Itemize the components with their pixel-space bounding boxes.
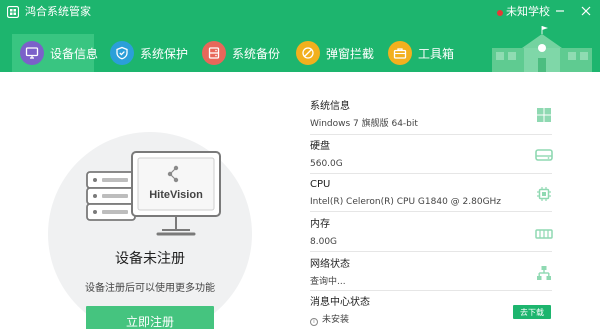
memory-info-row: 内存 8.00G xyxy=(310,218,550,258)
app-title: 鸿合系统管家 xyxy=(25,5,91,18)
header: 鸿合系统管家 未知学校 设备信息 系统保护 系统备份 弹窗拦截 工具箱 xyxy=(0,0,600,72)
tab-label: 工具箱 xyxy=(418,46,455,61)
divider xyxy=(310,251,552,252)
device-status: 设备未注册 xyxy=(115,251,185,267)
monitor-icon xyxy=(20,41,44,65)
os-value: Windows 7 旗舰版 64-bit xyxy=(310,119,418,129)
location-pin-icon xyxy=(497,10,503,16)
cpu-label: CPU xyxy=(310,179,331,190)
device-brand: HiteVision xyxy=(149,189,203,201)
device-hint: 设备注册后可以使用更多功能 xyxy=(85,283,215,294)
divider xyxy=(310,134,552,135)
cpu-info-row: CPU Intel(R) Celeron(R) CPU G1840 @ 2.80… xyxy=(310,178,550,218)
disk-label: 硬盘 xyxy=(310,141,330,152)
close-button[interactable] xyxy=(574,0,598,22)
toolbox-icon xyxy=(388,41,412,65)
tab-label: 弹窗拦截 xyxy=(326,46,375,61)
divider xyxy=(310,211,552,212)
device-panel: HiteVision 设备未注册 设备注册后可以使用更多功能 立即注册 xyxy=(0,72,300,329)
device-illustration: HiteVision xyxy=(86,151,221,236)
memory-label: 内存 xyxy=(310,219,330,230)
shield-check-icon xyxy=(110,41,134,65)
hard-disk-icon xyxy=(534,146,554,164)
title-bar: 鸿合系统管家 未知学校 xyxy=(0,0,600,24)
network-info-row: 网络状态 查询中... xyxy=(310,258,550,298)
minimize-button[interactable] xyxy=(548,0,572,22)
close-icon xyxy=(581,6,591,16)
monitor-illustration-icon: HiteVision xyxy=(131,151,221,236)
block-popup-icon xyxy=(296,41,320,65)
memory-value: 8.00G xyxy=(310,237,338,247)
server-stack-icon xyxy=(86,171,136,221)
network-label: 网络状态 xyxy=(310,259,350,270)
tab-system-backup[interactable]: 系统备份 xyxy=(202,34,282,72)
register-button[interactable]: 立即注册 xyxy=(86,306,214,329)
backup-icon xyxy=(202,41,226,65)
cpu-value: Intel(R) Celeron(R) CPU G1840 @ 2.80GHz xyxy=(310,197,502,207)
network-icon xyxy=(534,264,554,282)
info-circle-icon: i xyxy=(310,318,318,326)
os-label: 系统信息 xyxy=(310,101,350,112)
message-label: 消息中心状态 xyxy=(310,297,370,308)
tab-device-info[interactable]: 设备信息 xyxy=(12,34,98,72)
tab-toolbox[interactable]: 工具箱 xyxy=(388,34,464,72)
tab-label: 系统备份 xyxy=(232,46,281,61)
app-logo-icon xyxy=(7,6,19,18)
windows-logo-icon xyxy=(534,106,554,124)
message-value-wrap: i 未安装 xyxy=(310,314,349,326)
cpu-chip-icon xyxy=(534,185,554,203)
memory-ram-icon xyxy=(534,225,554,243)
disk-info-row: 硬盘 560.0G xyxy=(310,140,550,180)
tab-label: 系统保护 xyxy=(140,46,189,61)
divider xyxy=(310,173,552,174)
tab-system-protection[interactable]: 系统保护 xyxy=(110,34,190,72)
minimize-icon xyxy=(556,10,564,12)
main-tabs: 设备信息 系统保护 系统备份 弹窗拦截 工具箱 xyxy=(0,34,600,72)
school-name[interactable]: 未知学校 xyxy=(506,4,550,20)
tab-popup-blocking[interactable]: 弹窗拦截 xyxy=(296,34,376,72)
message-value: 未安装 xyxy=(322,315,350,325)
disk-value: 560.0G xyxy=(310,159,343,169)
divider xyxy=(310,290,552,291)
tab-label: 设备信息 xyxy=(50,46,99,61)
system-info-panel: 系统信息 Windows 7 旗舰版 64-bit 硬盘 560.0G CPU … xyxy=(300,72,600,329)
network-value: 查询中... xyxy=(310,277,346,287)
download-button[interactable]: 去下载 xyxy=(513,305,551,319)
